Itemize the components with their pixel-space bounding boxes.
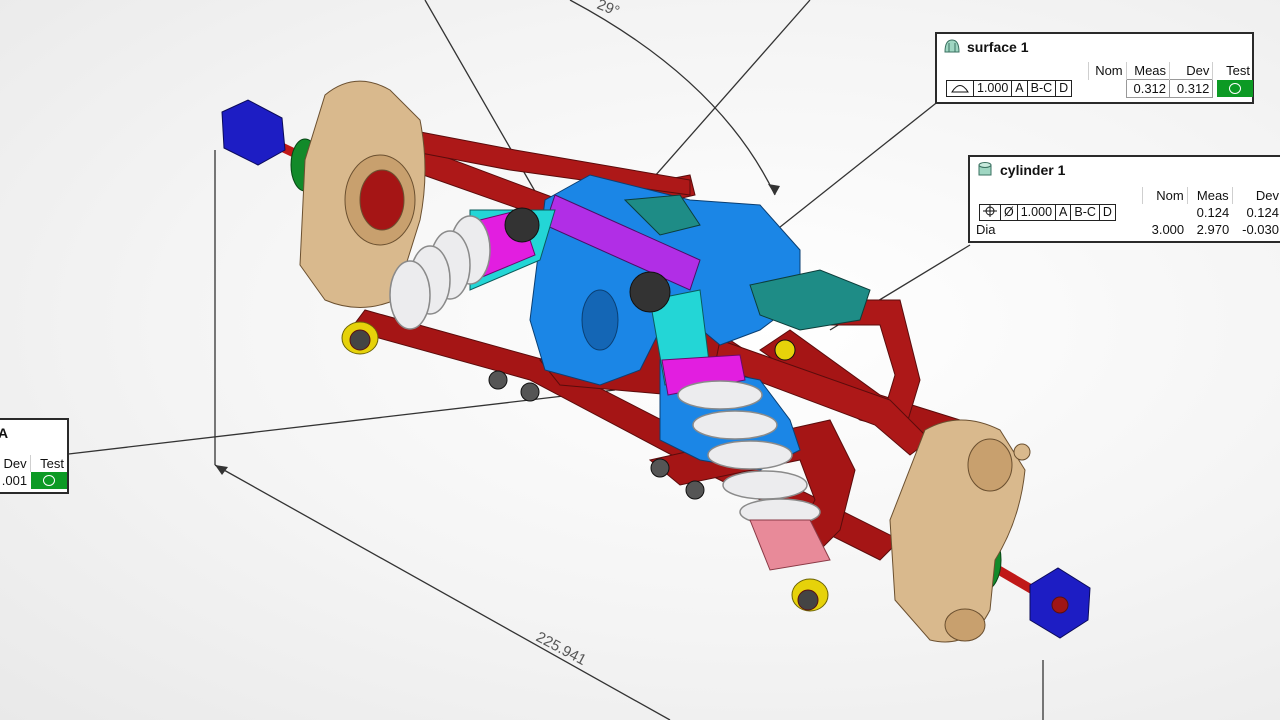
surface-feature-icon bbox=[943, 37, 961, 58]
dia-meas: 2.970 bbox=[1196, 222, 1230, 237]
angle-dimension-text[interactable]: 29° bbox=[595, 0, 622, 20]
col-nom: Nom bbox=[1141, 187, 1188, 204]
test-pass-indicator bbox=[1217, 80, 1253, 97]
cad-viewport[interactable]: 225.941 29° bbox=[0, 0, 1280, 720]
cylinder-feature-icon bbox=[976, 160, 994, 181]
meas-value: 0.124 bbox=[1196, 205, 1230, 220]
profile-surface-icon bbox=[947, 81, 973, 96]
callout-surface-1[interactable]: surface 1 Nom Meas Dev Test 1.000 A B-C … bbox=[935, 32, 1254, 104]
dim-arrow bbox=[768, 184, 780, 195]
dia-dev: -0.030 bbox=[1242, 222, 1279, 237]
col-test: Test bbox=[29, 455, 67, 472]
dim-arrow bbox=[215, 465, 228, 475]
callout-left-partial[interactable]: A Dev Test .001 bbox=[0, 418, 69, 494]
col-meas: Meas bbox=[1186, 187, 1233, 204]
lower-control-arm[interactable] bbox=[349, 309, 961, 561]
linear-dimension-text[interactable]: 225.941 bbox=[533, 629, 589, 669]
pass-circle-icon bbox=[1229, 83, 1241, 94]
dev-value: .001 bbox=[1, 473, 28, 488]
right-hub-center bbox=[1051, 596, 1069, 614]
callout-title: cylinder 1 bbox=[1000, 162, 1066, 178]
dev-value: 0.124 bbox=[1246, 205, 1279, 220]
feature-control-frame[interactable]: 1.000 A B-C D bbox=[946, 80, 1073, 97]
dia-nom: 3.000 bbox=[1151, 222, 1185, 237]
col-dev: Dev bbox=[1169, 62, 1213, 80]
dev-value: 0.312 bbox=[1169, 79, 1214, 98]
meas-value: 0.312 bbox=[1125, 79, 1171, 98]
suspension-model[interactable] bbox=[221, 80, 1091, 643]
col-test: Test bbox=[1212, 62, 1253, 80]
dia-label: Dia bbox=[976, 222, 996, 237]
col-dev: Dev bbox=[1231, 187, 1280, 204]
callout-title: A bbox=[0, 425, 9, 441]
col-nom: Nom bbox=[1087, 62, 1127, 80]
test-pass-indicator bbox=[31, 472, 67, 489]
left-hub-nut[interactable] bbox=[221, 99, 286, 166]
col-meas: Meas bbox=[1125, 62, 1170, 80]
position-icon bbox=[980, 205, 1000, 220]
callout-title: surface 1 bbox=[967, 39, 1029, 55]
col-dev: Dev bbox=[3, 456, 27, 471]
pass-circle-icon bbox=[43, 475, 55, 486]
feature-control-frame[interactable]: Ø 1.000 A B-C D bbox=[979, 204, 1116, 221]
callout-cylinder-1[interactable]: cylinder 1 Nom Meas Dev Ø 1.000 A B-C D bbox=[968, 155, 1280, 243]
